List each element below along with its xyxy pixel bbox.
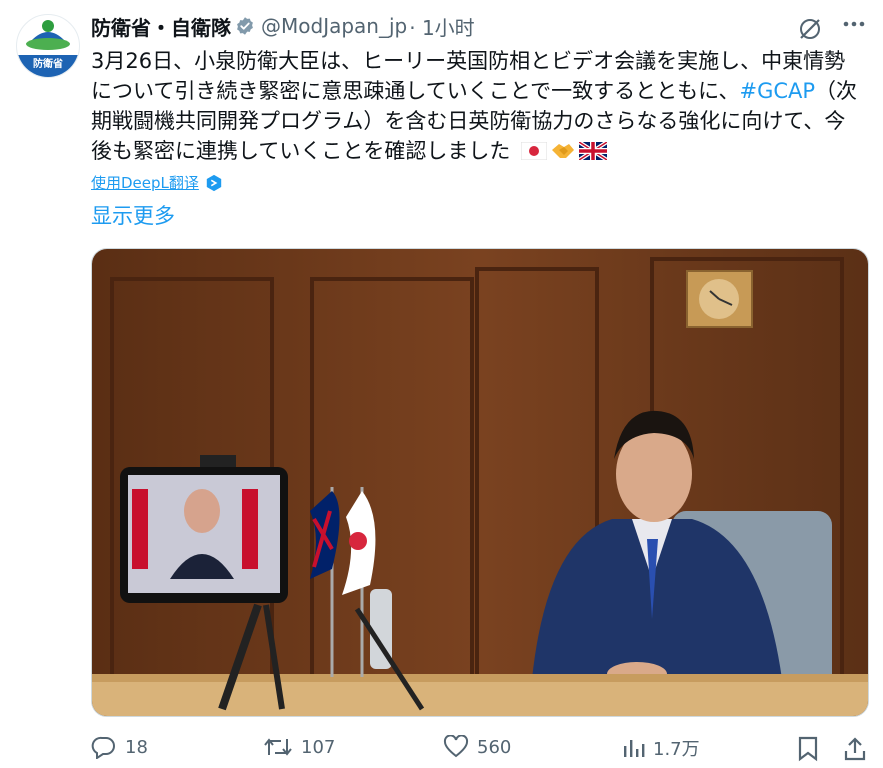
grok-icon[interactable]	[797, 16, 823, 42]
reply-button[interactable]: 18	[91, 735, 148, 759]
display-name[interactable]: 防衛省・自衛隊	[91, 12, 231, 41]
meeting-photo-illustration	[92, 249, 868, 716]
tweet-text: 3月26日、小泉防衛大臣は、ヒーリー英国防相とビデオ会議を実施し、中東情勢につい…	[91, 46, 866, 166]
action-bar: 18 107 560 1.7万	[91, 735, 867, 763]
avatar-label: 防衛省	[17, 55, 79, 77]
translate-label[interactable]: 使用DeepL翻译	[91, 172, 199, 193]
retweet-icon	[264, 738, 292, 756]
flag-japan-icon	[520, 141, 548, 161]
heart-icon	[443, 735, 469, 758]
share-icon[interactable]	[843, 736, 867, 762]
flag-uk-icon	[577, 140, 609, 162]
hashtag-link[interactable]: #GCAP	[739, 79, 815, 103]
show-more-link[interactable]: 显示更多	[91, 200, 175, 230]
like-button[interactable]: 560	[443, 735, 511, 759]
views-icon	[624, 740, 645, 757]
ministry-logo-icon	[26, 20, 70, 50]
retweet-button[interactable]: 107	[263, 735, 335, 759]
tweet-header: 防衛省・自衛隊 @ModJapan_jp · 1小时	[91, 12, 475, 40]
views-count: 1.7万	[653, 739, 700, 760]
tweet-text-part1: 3月26日、小泉防衛大臣は、ヒーリー英国防相とビデオ会議を実施し、中東情勢につい…	[91, 49, 846, 103]
more-options-icon[interactable]	[843, 20, 865, 28]
verified-badge-icon	[237, 17, 253, 35]
translate-link[interactable]: 使用DeepL翻译	[91, 172, 223, 193]
deepl-icon	[206, 174, 222, 191]
handshake-icon	[552, 144, 575, 158]
retweet-count: 107	[301, 736, 336, 758]
reply-count: 18	[125, 736, 148, 758]
views-button[interactable]: 1.7万	[621, 735, 700, 761]
reply-icon	[91, 736, 115, 759]
like-count: 560	[477, 736, 512, 758]
tweet-photo[interactable]	[91, 248, 869, 717]
bookmark-icon[interactable]	[797, 736, 819, 762]
handle[interactable]: @ModJapan_jp	[261, 14, 407, 38]
timestamp[interactable]: · 1小时	[409, 12, 474, 41]
avatar[interactable]: 防衛省	[16, 14, 80, 78]
